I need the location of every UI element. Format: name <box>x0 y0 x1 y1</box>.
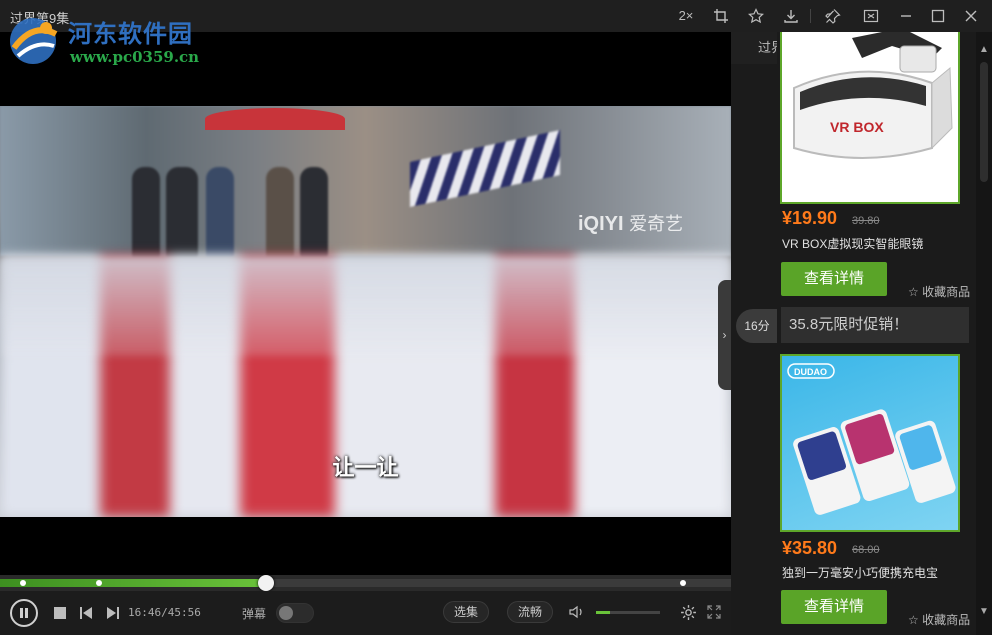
progress-remaining <box>266 579 731 587</box>
time-bubble[interactable]: 16分 <box>736 309 778 343</box>
view-details-button[interactable]: 查看详情 <box>781 262 887 296</box>
next-icon[interactable] <box>105 605 121 621</box>
danmu-label: 弹幕 <box>242 607 267 621</box>
pin-icon[interactable] <box>822 6 844 26</box>
crop-icon[interactable] <box>710 6 732 26</box>
pedestrian <box>166 167 198 257</box>
progress-handle[interactable] <box>258 575 274 591</box>
iqiyi-logo: iQIYI 爱奇艺 <box>578 210 683 236</box>
pedestrian <box>132 167 160 257</box>
subtitle-text: 让一让 <box>332 455 399 480</box>
favorite-product-link[interactable]: ☆ 收藏商品 <box>908 611 970 628</box>
power-bank-image: DUDAO <box>787 363 956 515</box>
barrier-haze <box>0 256 731 356</box>
toggle-knob <box>279 606 293 620</box>
volume-slider[interactable] <box>596 611 660 614</box>
panel-scrollbar[interactable]: ▲ ▼ <box>976 32 992 635</box>
product-name[interactable]: VR BOX虚拟现实智能眼镜 <box>782 235 923 252</box>
danmu-toggle[interactable] <box>276 603 314 623</box>
minimize-icon[interactable] <box>895 6 917 26</box>
progress-bar[interactable] <box>0 575 731 591</box>
product-price: ¥19.90 <box>782 208 838 228</box>
pedestrian <box>300 167 328 257</box>
chapter-marker[interactable] <box>680 580 686 586</box>
volume-icon[interactable] <box>568 604 586 620</box>
product-image-vr-box[interactable]: VR BOX <box>780 32 960 204</box>
scroll-down-icon[interactable]: ▼ <box>978 606 990 617</box>
control-bar: 16:46/45:56 弹幕 选集 流畅 <box>0 591 731 635</box>
product-price: ¥35.80 <box>782 538 838 558</box>
iqiyi-brand: iQIYI <box>578 213 624 235</box>
scrollbar-thumb[interactable] <box>980 62 988 182</box>
promo-banner[interactable]: 35.8元限时促销！ <box>781 307 969 343</box>
previous-icon[interactable] <box>78 605 94 621</box>
favorite-product-link[interactable]: ☆ 收藏商品 <box>908 283 970 300</box>
vr-headset-image: VR BOX <box>782 32 958 202</box>
watermark-logo-icon <box>10 18 58 64</box>
panel-toggle-chevron-icon[interactable]: › <box>718 280 731 390</box>
pedestrian <box>206 167 234 257</box>
product-old-price: 68.00 <box>852 544 880 556</box>
vr-box-brand: VR BOX <box>830 119 884 135</box>
volume-level <box>596 611 610 614</box>
watermark-url: www.pc0359.cn <box>70 48 200 66</box>
dudao-brand: DUDAO <box>794 367 827 377</box>
player-window: 过界第9集 2× 河东软件园 www.pc0359.cn iQIYI 爱奇艺 让… <box>0 0 992 635</box>
watermark-name: 河东软件园 <box>68 19 193 48</box>
quality-button[interactable]: 流畅 <box>507 601 554 623</box>
close-icon[interactable] <box>960 6 982 26</box>
iqiyi-name: 爱奇艺 <box>629 214 684 234</box>
related-products-list[interactable]: VR BOX ¥19.90 39.80 VR BOX虚拟现实智能眼镜 查看详情 … <box>777 32 980 635</box>
pause-button[interactable] <box>10 599 38 627</box>
maximize-icon[interactable] <box>927 6 949 26</box>
download-icon[interactable] <box>780 6 802 26</box>
star-icon[interactable] <box>745 6 767 26</box>
chapter-marker[interactable] <box>20 580 26 586</box>
title-divider <box>810 9 811 23</box>
stop-icon[interactable] <box>54 607 66 619</box>
time-display: 16:46/45:56 <box>128 606 201 619</box>
pedestrian <box>266 167 294 257</box>
mini-mode-icon[interactable] <box>860 6 882 26</box>
video-area[interactable]: iQIYI 爱奇艺 让一让 › <box>0 32 731 575</box>
red-umbrella <box>205 108 345 130</box>
episodes-button[interactable]: 选集 <box>443 601 490 623</box>
scroll-up-icon[interactable]: ▲ <box>978 44 990 55</box>
progress-played <box>0 579 266 587</box>
view-details-button[interactable]: 查看详情 <box>781 590 887 624</box>
site-watermark: 河东软件园 www.pc0359.cn <box>6 12 226 68</box>
product-image-power-bank[interactable]: DUDAO <box>780 354 960 532</box>
product-old-price: 39.80 <box>852 215 880 227</box>
fullscreen-icon[interactable] <box>706 604 722 620</box>
settings-gear-icon[interactable] <box>680 604 697 621</box>
chapter-marker[interactable] <box>96 580 102 586</box>
product-name[interactable]: 独到一万毫安小巧便携充电宝 <box>782 564 938 581</box>
speed-button[interactable]: 2× <box>676 6 696 26</box>
